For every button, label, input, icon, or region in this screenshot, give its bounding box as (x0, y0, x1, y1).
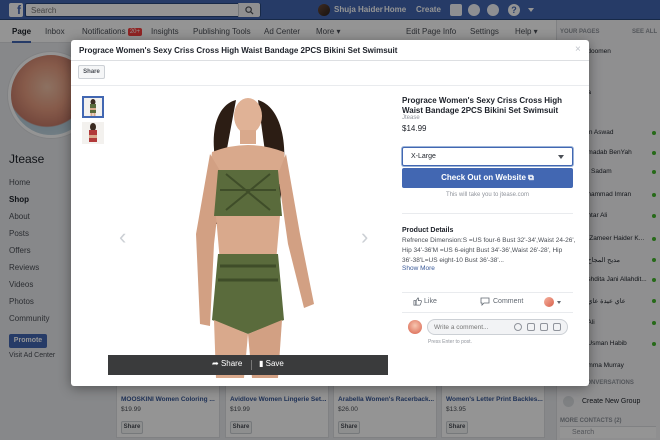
thumbs-up-icon[interactable] (413, 297, 422, 306)
emoji-icon[interactable] (514, 323, 522, 331)
divider (402, 213, 573, 214)
image-share-button[interactable]: ➦ Share (212, 359, 242, 368)
product-price: $14.99 (402, 124, 427, 133)
size-dropdown[interactable]: X-Large (402, 147, 573, 166)
image-save-button[interactable]: ▮ Save (259, 359, 284, 368)
camera-icon[interactable] (527, 323, 535, 331)
chevron-down-icon[interactable] (558, 155, 564, 159)
product-details-text: Refrence Dimension:S =US four-6 Bust 32'… (402, 237, 576, 264)
product-main-image[interactable] (108, 94, 388, 378)
show-more-link[interactable]: Show More (402, 265, 435, 272)
divider (71, 60, 589, 61)
modal-share-button[interactable]: Share (78, 65, 105, 79)
share-as-avatar[interactable] (544, 297, 554, 307)
checkout-on-website-button[interactable]: Check Out on Website ⧉ (402, 168, 573, 188)
divider (71, 85, 589, 86)
image-action-bar: ➦ Share ▮ Save (108, 355, 388, 375)
product-details-header: Product Details (402, 227, 454, 234)
close-icon[interactable]: × (575, 44, 581, 55)
product-vendor[interactable]: Jtease (402, 115, 420, 121)
previous-image-arrow-icon[interactable]: ‹ (119, 224, 126, 250)
comment-button[interactable]: Comment (493, 298, 523, 305)
product-title: Prograce Women's Sexy Criss Cross High W… (402, 96, 563, 115)
sticker-icon[interactable] (553, 323, 561, 331)
gif-icon[interactable] (540, 323, 548, 331)
product-thumbnail-image (84, 98, 102, 116)
next-image-arrow-icon[interactable]: › (361, 224, 368, 250)
modal-title: Prograce Women's Sexy Criss Cross High W… (79, 46, 398, 55)
bookmark-icon: ▮ (259, 359, 266, 368)
press-enter-note: Press Enter to post. (428, 339, 472, 345)
redirect-note: This will take you to jtease.com (445, 192, 530, 198)
product-thumbnail[interactable] (82, 96, 104, 118)
comment-input[interactable] (428, 320, 508, 334)
product-detail-modal: Prograce Women's Sexy Criss Cross High W… (71, 40, 589, 386)
image-share-label: Share (220, 359, 243, 368)
commenter-avatar[interactable] (408, 320, 422, 334)
like-button[interactable]: Like (424, 298, 437, 305)
share-arrow-icon: ➦ (212, 359, 221, 368)
comment-bubble-icon[interactable] (480, 297, 490, 306)
product-thumbnail-image (82, 122, 104, 144)
image-save-label: Save (265, 359, 284, 368)
product-thumbnail[interactable] (82, 122, 104, 144)
divider (402, 292, 573, 293)
chevron-down-icon[interactable] (557, 301, 561, 304)
divider (402, 312, 573, 313)
product-photo-model (108, 94, 388, 378)
comment-field[interactable] (427, 319, 568, 335)
divider (251, 360, 252, 370)
